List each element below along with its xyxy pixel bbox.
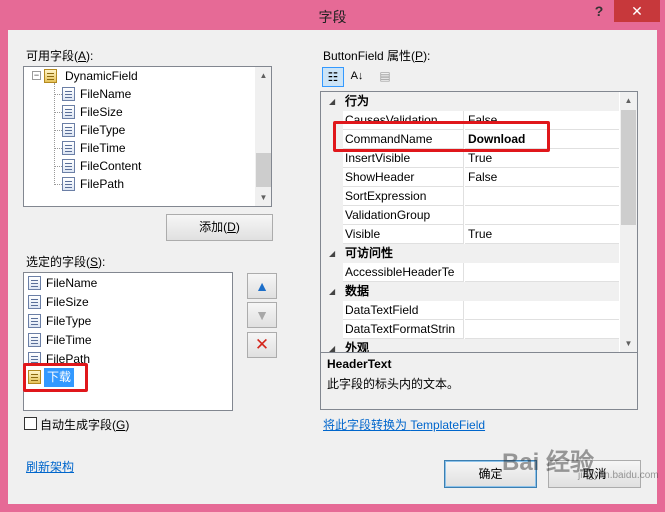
scroll-thumb[interactable] <box>256 153 271 187</box>
available-scrollbar[interactable]: ▲ ▼ <box>255 67 271 206</box>
scroll-down-icon[interactable]: ▼ <box>255 189 271 206</box>
collapse-triangle-icon[interactable]: ◢ <box>329 339 335 352</box>
properties-label: ButtonField 属性(P): <box>323 49 431 63</box>
collapse-triangle-icon[interactable]: ◢ <box>329 92 335 111</box>
property-value[interactable] <box>465 206 619 225</box>
alphabetical-sort-icon[interactable]: A↓ <box>346 67 368 87</box>
field-icon <box>62 105 75 119</box>
property-row[interactable]: DataTextFormatStrin <box>321 320 619 339</box>
title-bar: 字段 ? ✕ <box>0 0 665 30</box>
field-icon <box>62 87 75 101</box>
row-gutter <box>321 320 343 339</box>
list-item[interactable]: FileName <box>24 274 232 293</box>
property-row[interactable]: AccessibleHeaderTe <box>321 263 619 282</box>
field-icon <box>62 141 75 155</box>
property-value[interactable] <box>465 263 619 282</box>
scroll-up-icon[interactable]: ▲ <box>255 67 271 84</box>
description-pane: HeaderText 此字段的标头内的文本。 <box>320 352 638 410</box>
row-gutter <box>321 301 343 320</box>
property-row[interactable]: DataTextField <box>321 301 619 320</box>
highlight-box-download <box>23 363 88 392</box>
description-title: HeaderText <box>327 357 392 371</box>
collapse-triangle-icon[interactable]: ◢ <box>329 244 335 263</box>
list-item[interactable]: FileTime <box>24 331 232 350</box>
field-icon <box>62 123 75 137</box>
selected-fields-label: 选定的字段(S): <box>26 255 106 269</box>
property-name: DataTextField <box>343 301 464 320</box>
property-row[interactable]: Visible True <box>321 225 619 244</box>
field-icon <box>28 295 41 309</box>
watermark-url: jingyan.baidu.com <box>578 470 659 481</box>
dynamic-field-icon <box>44 69 57 83</box>
window-title: 字段 <box>318 9 347 25</box>
property-grid-scrollbar[interactable]: ▲ ▼ <box>620 92 637 352</box>
scroll-down-icon[interactable]: ▼ <box>620 335 637 352</box>
property-value[interactable] <box>465 187 619 206</box>
property-row[interactable]: SortExpression <box>321 187 619 206</box>
collapse-icon[interactable]: − <box>32 71 41 80</box>
property-row[interactable]: ShowHeader False <box>321 168 619 187</box>
collapse-triangle-icon[interactable]: ◢ <box>329 282 335 301</box>
help-button[interactable]: ? <box>588 0 610 22</box>
property-pages-icon[interactable]: ▤ <box>374 67 396 87</box>
property-category[interactable]: ◢ 数据 <box>321 282 619 301</box>
property-name: SortExpression <box>343 187 464 206</box>
available-fields-tree[interactable]: − DynamicField FileName FileSize FileType F… <box>23 66 272 207</box>
field-icon <box>62 159 75 173</box>
property-row[interactable]: ValidationGroup <box>321 206 619 225</box>
available-fields-label: 可用字段(A): <box>26 49 94 63</box>
move-down-button[interactable]: ▼ <box>247 302 277 328</box>
property-name: Visible <box>343 225 464 244</box>
row-gutter <box>321 263 343 282</box>
list-item[interactable]: FileType <box>24 312 232 331</box>
property-category[interactable]: ◢ 行为 <box>321 92 619 111</box>
scroll-thumb[interactable] <box>621 110 636 225</box>
field-icon <box>28 314 41 328</box>
property-name: DataTextFormatStrin <box>343 320 464 339</box>
property-name: ShowHeader <box>343 168 464 187</box>
convert-to-template-link[interactable]: 将此字段转换为 TemplateField <box>323 416 485 433</box>
delete-button[interactable]: ✕ <box>247 332 277 358</box>
property-value[interactable] <box>465 320 619 339</box>
categorized-view-icon[interactable]: ☷ <box>322 67 344 87</box>
property-name: ValidationGroup <box>343 206 464 225</box>
move-up-button[interactable]: ▲ <box>247 273 277 299</box>
property-category[interactable]: ◢ 外观 <box>321 339 619 352</box>
close-button[interactable]: ✕ <box>614 0 660 22</box>
field-icon <box>62 177 75 191</box>
dialog-body: 可用字段(A): − DynamicField FileName FileSize… <box>8 30 657 504</box>
refresh-schema-link[interactable]: 刷新架构 <box>26 458 74 475</box>
property-value[interactable]: False <box>465 168 619 187</box>
highlight-box-commandname <box>333 121 550 152</box>
row-gutter <box>321 168 343 187</box>
auto-generate-checkbox[interactable] <box>24 417 37 430</box>
property-name: AccessibleHeaderTe <box>343 263 464 282</box>
field-icon <box>28 333 41 347</box>
field-icon <box>28 276 41 290</box>
property-category[interactable]: ◢ 可访问性 <box>321 244 619 263</box>
auto-generate-label: 自动生成字段(G) <box>40 418 130 432</box>
list-item[interactable]: FileSize <box>24 293 232 312</box>
row-gutter <box>321 187 343 206</box>
add-button[interactable]: 添加(D) <box>166 214 273 241</box>
row-gutter <box>321 206 343 225</box>
description-text: 此字段的标头内的文本。 <box>327 377 460 391</box>
scroll-up-icon[interactable]: ▲ <box>620 92 637 109</box>
property-value[interactable]: True <box>465 225 619 244</box>
row-gutter <box>321 225 343 244</box>
property-value[interactable] <box>465 301 619 320</box>
